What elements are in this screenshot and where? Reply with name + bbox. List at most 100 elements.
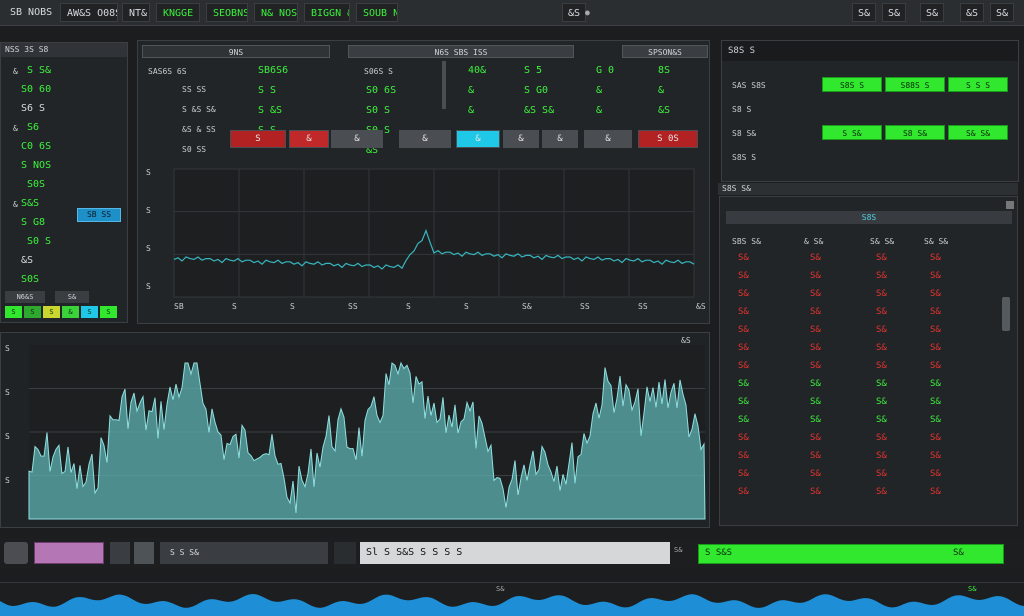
app-logo: SB NOBS: [4, 3, 52, 22]
order-grid-cell: 8S: [658, 65, 671, 76]
order-grid-cell: G 0: [596, 65, 615, 76]
order-book-cell: S&: [930, 397, 941, 407]
order-col2-header: S06S S: [364, 67, 393, 76]
order-book-cell: S&: [810, 415, 821, 425]
top-right-button-6[interactable]: S&: [990, 3, 1014, 22]
order-col1-value: S S: [258, 85, 277, 96]
order-action-button-2[interactable]: &: [289, 130, 329, 148]
top-tab-2[interactable]: NT&: [122, 3, 150, 22]
order-grid-cell: &: [658, 85, 665, 96]
bottom-strip-label: S&: [496, 585, 505, 593]
bottom-strip-right: S&: [968, 585, 977, 593]
left-row-value: S0S: [21, 274, 40, 285]
gamepad-icon[interactable]: [4, 542, 28, 564]
order-action-button-1[interactable]: S: [230, 130, 286, 148]
order-grid-cell: &S: [658, 105, 671, 116]
right-top-panel: S8S S SAS S8S S8S S S88S SS S S S8 S S8 S& S …: [721, 40, 1019, 182]
order-book-cell: S&: [810, 253, 821, 263]
area-chart-y-tick: S: [5, 432, 10, 441]
left-chip-2[interactable]: S: [24, 306, 41, 318]
order-grid-cell: 40&: [468, 65, 487, 76]
order-action-button-8[interactable]: &: [584, 130, 632, 148]
order-book-cell: S&: [930, 343, 941, 353]
order-book-cell: S&: [930, 451, 941, 461]
order-action-button-7[interactable]: &: [542, 130, 578, 148]
left-chip-1[interactable]: S: [5, 306, 22, 318]
right-top-green-button[interactable]: S8S S: [822, 77, 882, 92]
order-book-cell: S&: [876, 451, 887, 461]
top-right-button-3[interactable]: S&: [882, 3, 906, 22]
order-book-cell: S&: [810, 361, 821, 371]
left-chip-6[interactable]: S: [100, 306, 117, 318]
order-book-cell: S&: [738, 469, 749, 479]
scrollbar-thumb[interactable]: [1002, 297, 1010, 331]
order-panel-tab-2[interactable]: N6S SBS ISS: [348, 45, 574, 58]
left-bottom-tab-1[interactable]: N6&S: [5, 291, 45, 303]
order-action-button-6[interactable]: &: [503, 130, 539, 148]
line-chart-x-tick: S: [464, 302, 469, 311]
order-action-button-4[interactable]: &: [399, 130, 451, 148]
order-book-cell: S&: [876, 433, 887, 443]
right-top-title: S8S S: [722, 41, 1018, 61]
top-tab-7[interactable]: SOUB NS: [356, 3, 398, 22]
top-tab-5[interactable]: N& NOS: [254, 3, 298, 22]
left-row-value: S S&: [27, 65, 52, 76]
line-chart-x-tick: S: [232, 302, 237, 311]
grid-divider: [442, 61, 446, 109]
order-book-cell: S&: [876, 343, 887, 353]
order-book-col-header: S& S&: [870, 237, 895, 246]
palette-chips[interactable]: [34, 542, 104, 564]
left-highlight-button[interactable]: SB SS: [77, 208, 121, 222]
right-top-green-button[interactable]: S S&: [822, 125, 882, 140]
order-panel-tab-1[interactable]: 9NS: [142, 45, 330, 58]
order-book-cell: S&: [876, 415, 887, 425]
top-tab-1[interactable]: AW&S O08SNS: [60, 3, 118, 22]
top-right-button-5[interactable]: &S: [960, 3, 984, 22]
main-chart-panel: S S S S &S: [0, 332, 710, 528]
left-chip-5[interactable]: S: [81, 306, 98, 318]
order-col1-label: &S & SS: [182, 125, 216, 134]
image-icon[interactable]: [134, 542, 154, 564]
left-chip-3[interactable]: S: [43, 306, 60, 318]
order-col2-value: S0 6S: [366, 85, 397, 96]
settings-icon[interactable]: [110, 542, 130, 564]
line-chart-x-tick: &S: [696, 302, 706, 311]
line-chart-y-tick: S: [146, 168, 151, 177]
order-book-col-header: & S&: [804, 237, 824, 246]
right-top-green-button[interactable]: S88S S: [885, 77, 945, 92]
order-action-button-5[interactable]: &: [456, 130, 500, 148]
status-green-bar: S S&S S&: [698, 544, 1004, 564]
top-right-button-2[interactable]: S&: [852, 3, 876, 22]
left-row-value: S&S: [21, 198, 40, 209]
right-top-green-button[interactable]: S8 S&: [885, 125, 945, 140]
order-book-cell: S&: [810, 343, 821, 353]
area-chart-y-tick: S: [5, 388, 10, 397]
order-book-cell: S&: [876, 253, 887, 263]
left-chip-4[interactable]: &: [62, 306, 79, 318]
top-tab-6[interactable]: BIGGN &S: [304, 3, 350, 22]
order-action-button-9[interactable]: S 0S: [638, 130, 698, 148]
right-top-green-button[interactable]: S& S&: [948, 125, 1008, 140]
order-book-cell: S&: [810, 271, 821, 281]
order-book-cell: S&: [930, 361, 941, 371]
top-right-button-1[interactable]: &S: [562, 3, 586, 22]
order-col1-label: SS SS: [182, 85, 207, 94]
order-book-cell: S&: [738, 415, 749, 425]
top-tab-4[interactable]: SEOBNS: [206, 3, 248, 22]
left-bottom-tab-2[interactable]: S&: [55, 291, 89, 303]
order-book-cell: S&: [810, 325, 821, 335]
right-top-green-button[interactable]: S S S: [948, 77, 1008, 92]
order-panel-tab-3[interactable]: SPSON&S: [622, 45, 708, 58]
right-top-row-label: S8S S: [732, 153, 757, 162]
top-tab-3[interactable]: KNGGE 6S: [156, 3, 200, 22]
order-action-button-3[interactable]: &: [331, 130, 383, 148]
diamond-icon[interactable]: [334, 542, 356, 564]
area-chart-y-tick: S: [5, 476, 10, 485]
order-book-cell: S&: [738, 343, 749, 353]
order-book-header: S8S S&: [718, 183, 1018, 195]
close-icon[interactable]: [1006, 201, 1014, 209]
order-book-cell: S&: [738, 289, 749, 299]
green-bar-value: S&: [953, 548, 964, 558]
top-right-button-4[interactable]: S&: [920, 3, 944, 22]
order-col1-header: SAS6S 6S: [148, 67, 187, 76]
